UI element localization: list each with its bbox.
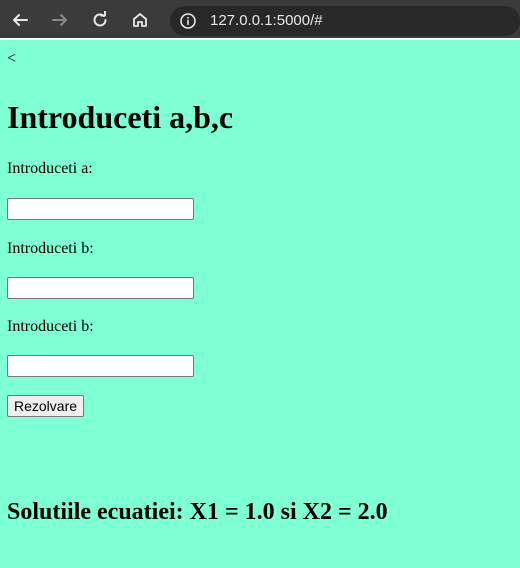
page-title: Introduceti a,b,c <box>7 99 234 135</box>
reload-icon <box>93 11 107 27</box>
label-c: Introduceti b: <box>7 318 94 335</box>
forward-button[interactable] <box>48 8 72 32</box>
browser-toolbar: 127.0.0.1:5000/# <box>0 0 520 40</box>
label-a: Introduceti a: <box>7 160 93 177</box>
input-c[interactable] <box>7 355 194 377</box>
result-heading: Solutiile ecuatiei: X1 = 1.0 si X2 = 2.0 <box>7 499 388 525</box>
rezolvare-button[interactable]: Rezolvare <box>7 395 85 417</box>
input-b[interactable] <box>7 277 194 299</box>
home-icon <box>133 13 147 27</box>
arrow-left-icon <box>13 14 28 26</box>
arrow-right-icon <box>52 14 67 26</box>
back-link[interactable]: < <box>7 49 16 69</box>
address-bar[interactable]: 127.0.0.1:5000/# <box>170 6 520 36</box>
input-a[interactable] <box>7 198 194 220</box>
back-button[interactable] <box>8 8 32 32</box>
reload-button[interactable] <box>88 8 112 32</box>
url-text[interactable]: 127.0.0.1:5000/# <box>210 13 323 29</box>
info-icon[interactable] <box>180 13 196 29</box>
home-button[interactable] <box>128 8 152 32</box>
label-b: Introduceti b: <box>7 240 94 257</box>
